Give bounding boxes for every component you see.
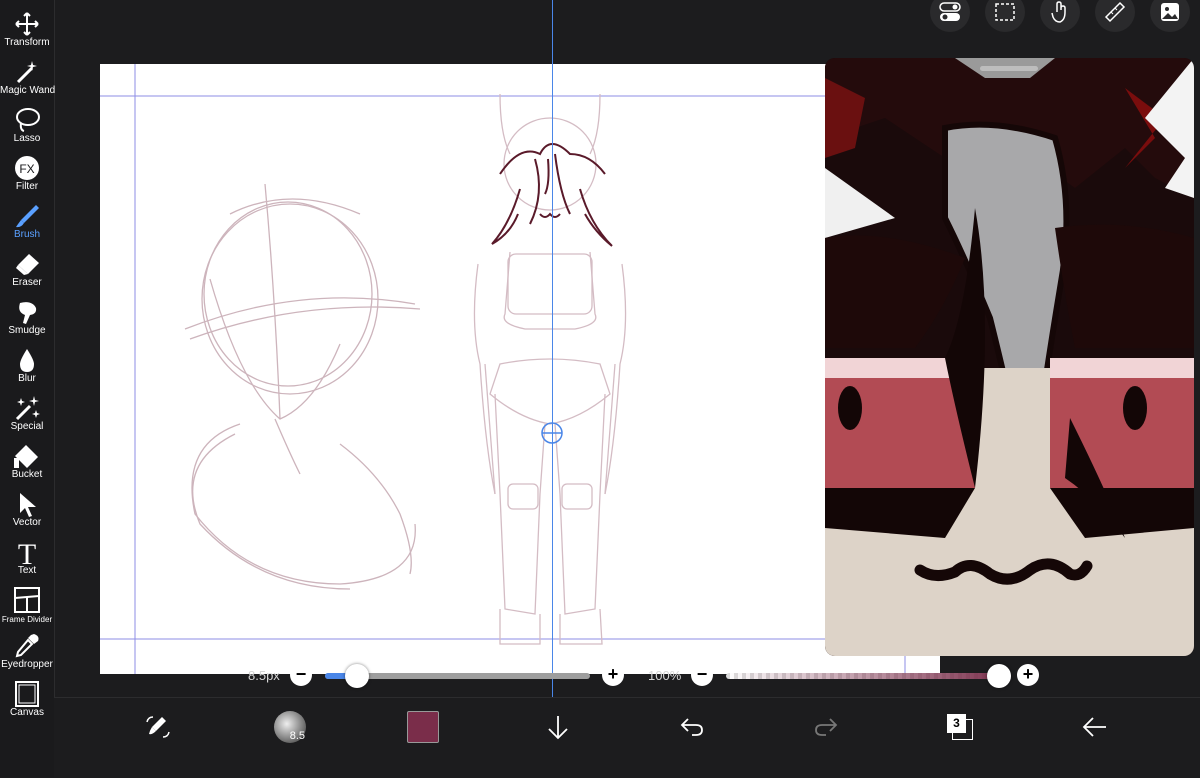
bucket-icon	[14, 445, 38, 468]
tool-label: Bucket	[11, 469, 43, 480]
blur-icon	[20, 349, 34, 372]
ruler-button[interactable]	[1095, 0, 1135, 32]
opacity-fill	[726, 673, 1011, 679]
tool-label: Vector	[12, 517, 42, 528]
frame-divider-icon	[14, 587, 40, 613]
tool-label: Text	[17, 565, 37, 576]
opacity-slider-knob[interactable]	[987, 664, 1011, 688]
back-button[interactable]	[1077, 710, 1111, 744]
filter-glyph: FX	[19, 162, 34, 176]
toggle-button[interactable]	[930, 0, 970, 32]
tool-frame-divider[interactable]: Frame Divider	[0, 580, 54, 626]
tool-label: Eraser	[12, 277, 42, 288]
eraser-icon	[16, 254, 39, 275]
brush-preview-icon: 8.5	[274, 711, 306, 743]
brush-icon	[16, 205, 39, 228]
redo-button[interactable]	[809, 710, 843, 744]
selection-button[interactable]	[985, 0, 1025, 32]
special-icon	[15, 396, 40, 421]
ruler-icon	[1104, 1, 1126, 23]
magic-wand-icon	[16, 61, 37, 84]
hand-icon	[1051, 1, 1066, 23]
bottom-toolbar: 8.5 3	[54, 697, 1200, 778]
tool-blur[interactable]: Blur	[0, 340, 54, 386]
layer-count: 3	[947, 714, 966, 733]
arrow-down-icon	[548, 716, 568, 740]
layers-icon: 3	[947, 714, 973, 740]
tool-label: Eyedropper	[1, 659, 53, 670]
tool-label: Special	[10, 421, 44, 432]
tool-eraser[interactable]: Eraser	[0, 244, 54, 290]
brush-settings-button[interactable]: 8.5	[273, 710, 307, 744]
tool-label: Canvas	[10, 707, 44, 718]
filter-icon: FX	[15, 156, 39, 180]
tool-vector[interactable]: Vector	[0, 484, 54, 530]
tool-label: Magic Wand	[0, 85, 56, 96]
transform-icon	[15, 12, 39, 36]
undo-icon	[680, 718, 703, 736]
tool-eyedropper[interactable]: Eyedropper	[0, 626, 54, 672]
brush-size-increase-button[interactable]: +	[602, 664, 624, 686]
image-icon	[1161, 3, 1179, 21]
tool-canvas[interactable]: Canvas	[0, 674, 54, 720]
tool-smudge[interactable]: Smudge	[0, 292, 54, 338]
sketch-artwork	[100, 64, 940, 674]
reference-image	[825, 58, 1194, 656]
text-icon: T	[18, 538, 36, 566]
tool-magic-wand[interactable]: Magic Wand	[0, 52, 56, 98]
tool-text[interactable]: T Text	[0, 532, 54, 578]
down-arrow-button[interactable]	[541, 710, 575, 744]
symmetry-guide-line[interactable]	[552, 0, 553, 777]
tool-label: Transform	[4, 37, 50, 48]
tool-bucket[interactable]: Bucket	[0, 436, 54, 482]
opacity-increase-button[interactable]: +	[1017, 664, 1039, 686]
eyedropper-icon	[15, 634, 39, 658]
arrow-left-icon	[1082, 717, 1106, 737]
toggle-icon	[939, 2, 961, 21]
vector-icon	[20, 493, 36, 517]
tool-label: Frame Divider	[1, 615, 53, 624]
tool-label: Lasso	[13, 133, 41, 144]
text-glyph: T	[18, 538, 36, 566]
app-window: Transform Magic Wand Lasso FX Filter Bru…	[0, 0, 1200, 778]
tool-label: Blur	[18, 373, 36, 384]
drawing-canvas[interactable]	[100, 64, 940, 674]
tool-filter[interactable]: FX Filter	[0, 148, 54, 194]
tool-label: Filter	[15, 181, 39, 192]
undo-button[interactable]	[675, 710, 709, 744]
tool-label: Brush	[13, 229, 41, 240]
smudge-icon	[19, 302, 37, 324]
brush-size-value: 8.5px	[248, 668, 280, 683]
tool-label: Smudge	[8, 325, 46, 336]
current-color-swatch	[407, 711, 439, 743]
reference-preview-window[interactable]	[825, 58, 1194, 656]
opacity-decrease-button[interactable]: −	[691, 664, 713, 686]
layers-button[interactable]: 3	[943, 710, 977, 744]
color-picker-button[interactable]	[406, 710, 440, 744]
brush-size-slider-knob[interactable]	[344, 664, 369, 688]
opacity-slider[interactable]	[726, 673, 1011, 679]
quick-menu-button[interactable]	[141, 710, 175, 744]
tool-special[interactable]: Special	[0, 388, 54, 434]
lasso-icon	[16, 108, 40, 132]
tool-transform[interactable]: Transform	[0, 4, 54, 50]
tool-lasso[interactable]: Lasso	[0, 100, 54, 146]
brush-size-decrease-button[interactable]: −	[290, 664, 312, 686]
selection-icon	[995, 3, 1015, 21]
hand-button[interactable]	[1040, 0, 1080, 32]
preview-drag-handle[interactable]	[980, 66, 1038, 71]
brush-swap-icon	[146, 716, 170, 738]
tool-sidebar: Transform Magic Wand Lasso FX Filter Bru…	[0, 0, 55, 777]
canvas-icon	[15, 681, 39, 707]
brush-size-readout: 8.5	[289, 730, 305, 742]
opacity-value: 100%	[648, 668, 682, 683]
redo-icon	[815, 718, 838, 736]
tool-brush[interactable]: Brush	[0, 196, 54, 242]
image-button[interactable]	[1150, 0, 1190, 32]
